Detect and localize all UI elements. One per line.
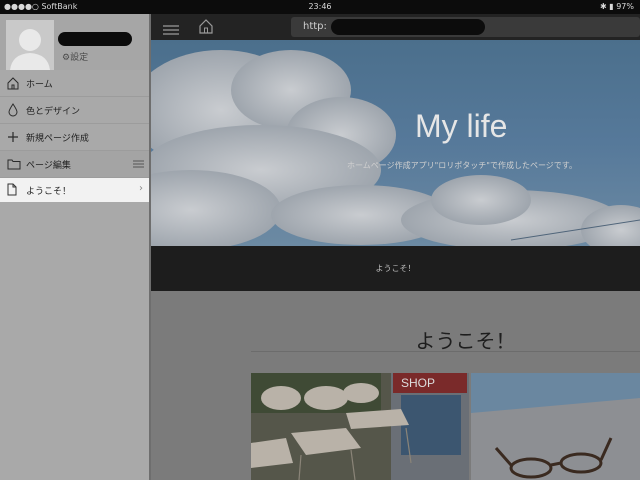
sidebar-item-label: ページ編集 <box>26 161 71 171</box>
page-heading: ようこそ！ <box>415 329 516 353</box>
sidebar-item-label: ホーム <box>26 80 53 90</box>
url-bar[interactable]: http: <box>291 17 640 37</box>
photo-chairs: SHOP <box>251 373 469 480</box>
site-content: ようこそ！ SHOP <box>151 291 640 480</box>
home-icon[interactable] <box>199 18 213 34</box>
sidebar: ⚙設定 ホーム 色とデザイン 新規ページ作成 ページ編集 ようこそ！ › <box>0 14 153 480</box>
chevron-right-icon: › <box>139 183 143 194</box>
page-list-item-welcome[interactable]: ようこそ！ › <box>0 178 153 202</box>
shop-sign-text: SHOP <box>401 376 435 390</box>
page-list-label: ようこそ！ <box>26 187 72 197</box>
sidebar-item-new-page[interactable]: 新規ページ作成 <box>0 124 150 151</box>
reorder-icon[interactable] <box>133 160 144 168</box>
nav-link-welcome[interactable]: ようこそ！ <box>151 263 640 274</box>
username-redacted <box>58 32 132 46</box>
status-bar: ●●●●○ SoftBank 23:46 ✱ ▮ 97% <box>0 0 640 14</box>
sidebar-menu: ホーム 色とデザイン 新規ページ作成 ページ編集 <box>0 70 150 178</box>
avatar[interactable] <box>6 20 54 70</box>
site-subtitle: ホームページ作成アプリ"ロリポタッチ"で作成したページです。 <box>347 161 577 170</box>
user-silhouette-icon <box>6 20 54 70</box>
sidebar-item-label: 新規ページ作成 <box>26 134 89 144</box>
folder-icon <box>7 157 21 171</box>
settings-link[interactable]: ⚙設定 <box>62 50 88 63</box>
battery-status: ✱ ▮ 97% <box>600 2 634 11</box>
heading-rule <box>251 351 640 352</box>
document-icon <box>7 183 17 199</box>
hero-banner: My life ホームページ作成アプリ"ロリポタッチ"で作成したページです。 <box>151 40 640 246</box>
clock: 23:46 <box>308 2 332 11</box>
site-title: My life <box>415 108 508 144</box>
sidebar-item-label: 色とデザイン <box>26 107 81 117</box>
home-icon <box>7 76 19 90</box>
profile-header: ⚙設定 <box>0 14 150 70</box>
browser-toolbar: http: <box>151 14 640 40</box>
photo-glasses <box>471 373 640 480</box>
menu-icon[interactable] <box>163 21 179 35</box>
drop-icon <box>7 103 19 117</box>
sidebar-item-page-edit[interactable]: ページ編集 <box>0 151 150 178</box>
sidebar-item-home[interactable]: ホーム <box>0 70 150 97</box>
plus-icon <box>7 130 19 144</box>
site-navbar: ようこそ！ <box>151 246 640 291</box>
sidebar-item-color-design[interactable]: 色とデザイン <box>0 97 150 124</box>
url-redacted <box>331 19 485 35</box>
preview-pane: http: My life ホームページ作成アプリ"ロリポタッチ"で作成したペー… <box>151 14 640 480</box>
url-prefix: http: <box>303 21 327 32</box>
sky-cloud-image <box>151 50 640 246</box>
